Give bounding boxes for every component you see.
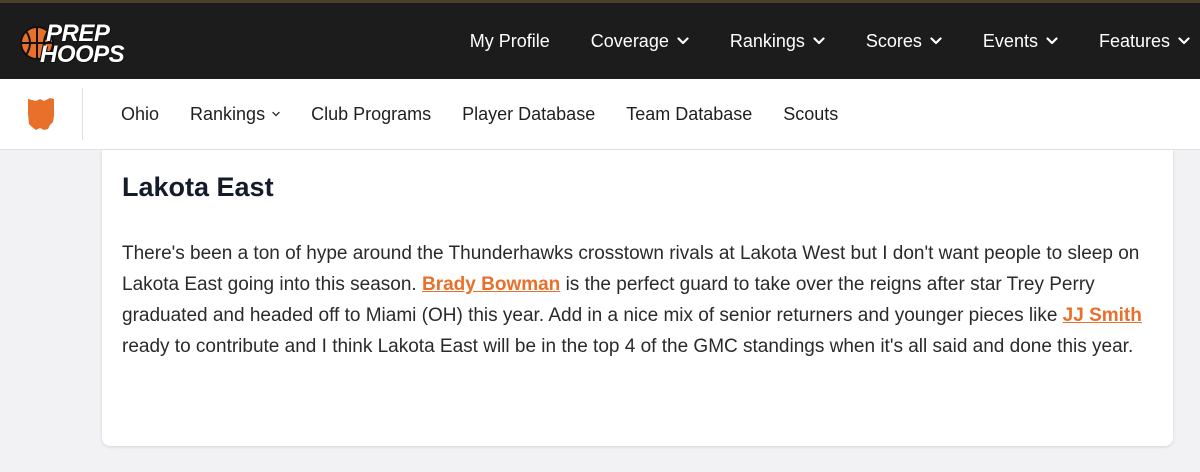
subnav-label: Rankings: [190, 103, 266, 124]
subnav-player-database[interactable]: Player Database: [462, 104, 595, 125]
subnav-ohio[interactable]: Ohio: [121, 104, 159, 125]
chevron-down-icon: [930, 37, 942, 45]
player-link-brady-bowman[interactable]: Brady Bowman: [422, 274, 560, 295]
article-paragraph: There's been a ton of hype around the Th…: [122, 238, 1152, 362]
top-navbar: PREP HOOPS My Profile Coverage Rankings …: [0, 0, 1200, 79]
topnav-label: Events: [982, 30, 1038, 51]
topnav-label: Coverage: [590, 30, 669, 51]
topnav-scores[interactable]: Scores: [825, 31, 942, 52]
chevron-down-icon: [272, 111, 280, 117]
subnav-rankings[interactable]: Rankings: [190, 104, 280, 125]
section-heading: Lakota East: [122, 172, 274, 202]
topnav-label: Rankings: [729, 30, 805, 51]
logo-text-hoops: HOOPS: [40, 41, 125, 68]
prep-hoops-logo[interactable]: PREP HOOPS: [20, 18, 135, 68]
subnav-label: Player Database: [462, 103, 596, 124]
topnav-label: Features: [1098, 30, 1170, 51]
subnav-label: Team Database: [626, 103, 753, 124]
chevron-down-icon: [813, 37, 825, 45]
subnav-team-database[interactable]: Team Database: [626, 104, 752, 125]
subnav-scouts[interactable]: Scouts: [783, 104, 838, 125]
subnav-label: Ohio: [121, 103, 160, 124]
subnav-label: Scouts: [783, 103, 839, 124]
topnav-features[interactable]: Features: [1058, 31, 1200, 52]
chevron-down-icon: [1178, 37, 1190, 45]
subnav-divider: [82, 88, 83, 140]
chevron-down-icon: [677, 37, 689, 45]
player-link-jj-smith[interactable]: JJ Smith: [1063, 305, 1142, 326]
topnav-events[interactable]: Events: [942, 31, 1058, 52]
chevron-down-icon: [1046, 37, 1058, 45]
topnav-label: My Profile: [469, 30, 550, 51]
subnav-label: Club Programs: [311, 103, 432, 124]
state-subnav: Ohio Rankings Club Programs Player Datab…: [0, 79, 1200, 150]
paragraph-text: ready to contribute and I think Lakota E…: [122, 336, 1134, 357]
ohio-state-icon[interactable]: [26, 96, 56, 132]
topnav-label: Scores: [865, 30, 922, 51]
article-card: Lakota East There's been a ton of hype a…: [102, 150, 1173, 446]
topnav-my-profile[interactable]: My Profile: [429, 31, 550, 52]
subnav-club-programs[interactable]: Club Programs: [311, 104, 431, 125]
topnav-coverage[interactable]: Coverage: [550, 31, 689, 52]
topnav-rankings[interactable]: Rankings: [689, 31, 825, 52]
